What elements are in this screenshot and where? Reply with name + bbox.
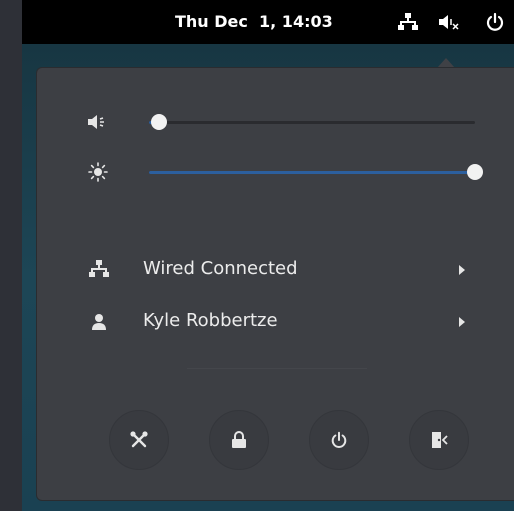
volume-slider[interactable]	[149, 114, 475, 130]
power-icon	[331, 431, 347, 448]
brightness-slider-fill	[149, 171, 475, 174]
lock-button[interactable]	[209, 410, 269, 470]
user-label: Kyle Robbertze	[143, 310, 278, 331]
brightness-slider-handle[interactable]	[467, 164, 483, 180]
network-wired-icon	[89, 260, 109, 280]
power-off-button[interactable]	[309, 410, 369, 470]
logout-door-icon	[432, 432, 448, 448]
power-icon[interactable]	[480, 0, 510, 44]
volume-icon	[87, 112, 109, 132]
top-bar: Thu Dec 1, 14:03	[22, 0, 514, 44]
brightness-slider-row	[37, 158, 514, 186]
separator	[187, 368, 367, 369]
settings-tools-icon	[130, 431, 148, 448]
user-menu-item[interactable]: Kyle Robbertze	[37, 306, 514, 338]
desktop-background-left	[0, 0, 22, 511]
chevron-right-icon	[459, 317, 465, 327]
volume-slider-row	[37, 108, 514, 136]
network-label: Wired Connected	[143, 258, 298, 279]
brightness-icon	[87, 162, 109, 182]
volume-muted-icon[interactable]	[434, 0, 464, 44]
system-menu: Wired Connected Kyle Robbertze	[36, 67, 514, 501]
settings-button[interactable]	[109, 410, 169, 470]
chevron-right-icon	[459, 265, 465, 275]
suspend-button[interactable]	[409, 410, 469, 470]
clock[interactable]: Thu Dec 1, 14:03	[175, 0, 333, 44]
network-wired-icon[interactable]	[394, 0, 422, 44]
user-icon	[89, 312, 109, 332]
brightness-slider[interactable]	[149, 164, 483, 180]
network-menu-item[interactable]: Wired Connected	[37, 254, 514, 286]
volume-slider-handle[interactable]	[150, 114, 167, 130]
lock-icon	[232, 431, 246, 448]
